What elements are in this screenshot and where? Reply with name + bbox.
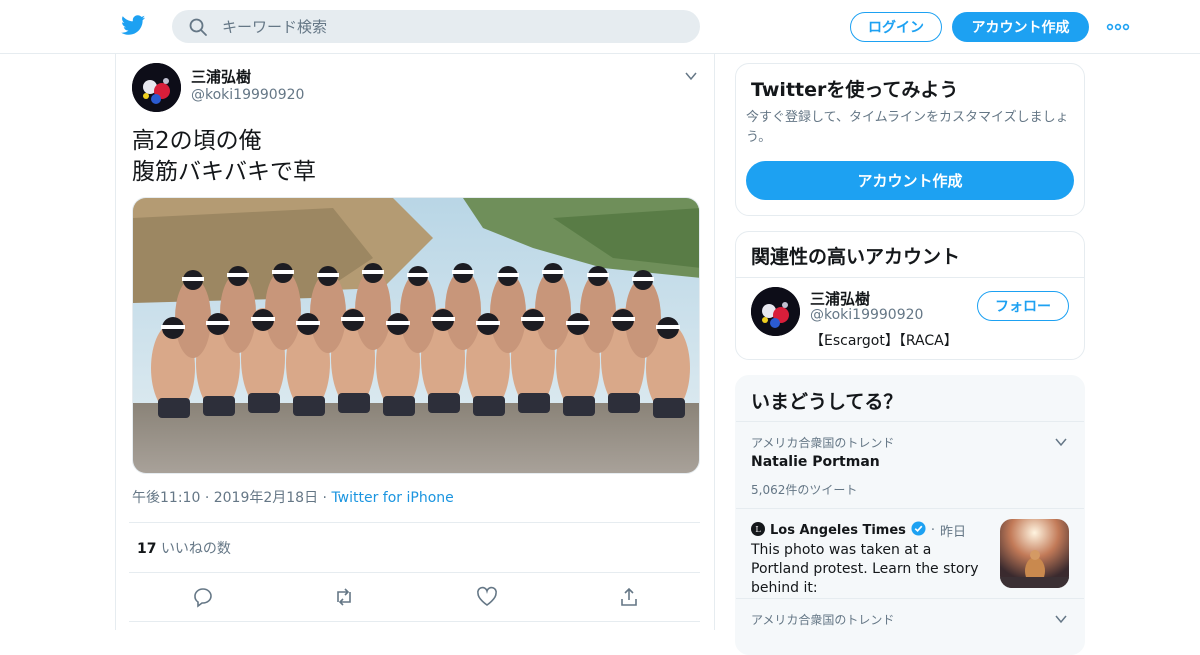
- signup-card: Twitterを使ってみよう 今すぐ登録して、タイムラインをカスタマイズしましょ…: [735, 63, 1085, 216]
- chevron-down-icon[interactable]: [1054, 434, 1068, 448]
- likes-count[interactable]: 17 いいねの数: [137, 538, 231, 558]
- login-button[interactable]: ログイン: [850, 12, 942, 42]
- related-account-name[interactable]: 三浦弘樹: [810, 288, 870, 309]
- likes-label: いいねの数: [160, 541, 231, 557]
- signup-card-subtitle: 今すぐ登録して、タイムラインをカスタマイズしましょう。: [746, 110, 1069, 145]
- signup-card-button[interactable]: アカウント作成: [746, 161, 1074, 200]
- tweet-source-link[interactable]: Twitter for iPhone: [331, 490, 453, 506]
- trend-topic: Natalie Portman: [751, 454, 880, 470]
- retweet-icon[interactable]: [333, 586, 355, 608]
- signup-card-title: Twitterを使ってみよう: [751, 79, 959, 101]
- news-source-logo-icon: L: [751, 521, 765, 540]
- news-source: L Los Angeles Times · 昨日: [751, 521, 966, 540]
- related-account-handle[interactable]: @koki19990920: [810, 307, 923, 323]
- news-headline: This photo was taken at a Portland prote…: [751, 542, 979, 596]
- avatar[interactable]: [132, 63, 181, 112]
- trend-context: アメリカ合衆国のトレンド: [751, 613, 895, 627]
- divider: [736, 277, 1084, 278]
- trend-context: アメリカ合衆国のトレンド: [751, 436, 895, 450]
- twitter-logo-icon[interactable]: [120, 13, 147, 37]
- tweet-photo[interactable]: [132, 197, 700, 474]
- trend-item[interactable]: アメリカ合衆国のトレンド: [736, 598, 1084, 654]
- tweet-text-line: 腹筋バキバキで草: [132, 159, 316, 185]
- tweet-meta: 午後11:10 · 2019年2月18日 · Twitter for iPhon…: [132, 487, 454, 507]
- more-dots-icon[interactable]: [1106, 17, 1130, 37]
- tweet-date[interactable]: 2019年2月18日: [214, 490, 318, 506]
- tweet-text-line: 高2の頃の俺: [132, 128, 262, 154]
- tweet-time[interactable]: 午後11:10: [132, 490, 200, 506]
- divider: [129, 621, 700, 622]
- tweet-text: 高2の頃の俺 腹筋バキバキで草: [132, 126, 316, 188]
- trend-item[interactable]: アメリカ合衆国のトレンド Natalie Portman 5,062件のツイート: [736, 421, 1084, 508]
- follow-button[interactable]: フォロー: [977, 291, 1069, 321]
- trends-title: いまどうしてる？: [751, 391, 903, 413]
- reply-icon[interactable]: [192, 586, 214, 608]
- share-icon[interactable]: [618, 586, 640, 608]
- search-icon: [188, 17, 208, 37]
- meta-separator: ·: [204, 490, 214, 506]
- related-accounts-card: 関連性の高いアカウント 三浦弘樹 @koki19990920 【Escargot…: [735, 231, 1085, 360]
- top-navigation-bar: ログイン アカウント作成: [0, 0, 1200, 54]
- related-account-bio: 【Escargot】【RACA】: [810, 333, 958, 349]
- chevron-down-icon[interactable]: [1054, 611, 1068, 625]
- related-accounts-title: 関連性の高いアカウント: [751, 246, 961, 268]
- tweet-detail: 三浦弘樹 @koki19990920 高2の頃の俺 腹筋バキバキで草 午後11:…: [115, 54, 715, 630]
- news-thumbnail[interactable]: [1000, 519, 1069, 588]
- news-item[interactable]: L Los Angeles Times · 昨日 This photo was …: [736, 508, 1084, 598]
- avatar[interactable]: [751, 287, 800, 336]
- chevron-down-icon[interactable]: [684, 68, 698, 82]
- news-source-name: Los Angeles Times: [770, 523, 906, 538]
- news-time: 昨日: [940, 525, 967, 540]
- likes-number: 17: [137, 541, 157, 557]
- verified-badge-icon: [911, 521, 926, 540]
- signup-button[interactable]: アカウント作成: [952, 12, 1089, 42]
- meta-separator: ·: [930, 523, 936, 538]
- trends-card: いまどうしてる？ アメリカ合衆国のトレンド Natalie Portman 5,…: [735, 375, 1085, 655]
- svg-text:L: L: [755, 525, 761, 534]
- author-name[interactable]: 三浦弘樹: [191, 66, 251, 87]
- search-box[interactable]: [172, 10, 700, 43]
- search-input[interactable]: [222, 10, 682, 43]
- author-handle[interactable]: @koki19990920: [191, 87, 304, 103]
- divider: [129, 522, 700, 523]
- divider: [129, 572, 700, 573]
- trend-tweet-count: 5,062件のツイート: [751, 483, 858, 497]
- like-icon[interactable]: [476, 586, 498, 608]
